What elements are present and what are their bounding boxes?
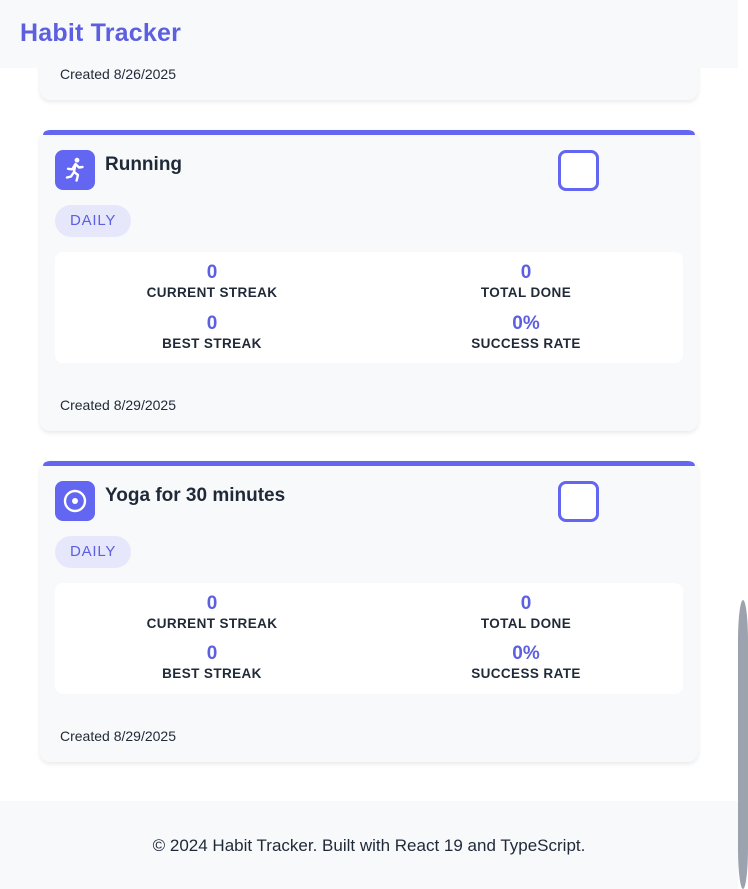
frequency-badge: DAILY [55, 205, 132, 237]
complete-checkbox[interactable] [558, 481, 599, 522]
stat-label: SUCCESS RATE [471, 336, 581, 351]
stat-value: 0% [512, 313, 540, 334]
stat-label: BEST STREAK [162, 336, 262, 351]
habit-title: Yoga for 30 minutes [105, 485, 286, 506]
stat-label: TOTAL DONE [480, 285, 572, 300]
habit-card-running: Running DAILY 0 CURRENT STREAK 0 TOTAL D… [40, 130, 698, 431]
stats-panel: 0 CURRENT STREAK 0 TOTAL DONE 0 BEST STR… [55, 252, 683, 363]
stat-value: 0 [520, 262, 532, 283]
stat-label: CURRENT STREAK [146, 285, 278, 300]
created-date: Created 8/29/2025 [60, 397, 176, 413]
habit-title: Running [105, 154, 183, 175]
stat-current-streak: 0 CURRENT STREAK [55, 593, 369, 632]
stat-success-rate: 0% SUCCESS RATE [369, 643, 683, 682]
stat-current-streak: 0 CURRENT STREAK [55, 262, 369, 301]
created-date: Created 8/26/2025 [60, 66, 176, 82]
scrollbar-thumb[interactable] [738, 600, 748, 889]
frequency-badge: DAILY [55, 536, 132, 568]
target-circle-icon [55, 481, 95, 521]
card-accent-bar [43, 461, 695, 466]
stat-value: 0 [206, 593, 218, 614]
page-footer: © 2024 Habit Tracker. Built with React 1… [0, 801, 738, 889]
stat-value: 0 [206, 313, 218, 334]
stat-label: BEST STREAK [162, 666, 262, 681]
app-title: Habit Tracker [20, 19, 182, 47]
stat-best-streak: 0 BEST STREAK [55, 643, 369, 682]
stat-value: 0% [512, 643, 540, 664]
stat-total-done: 0 TOTAL DONE [369, 593, 683, 632]
footer-text: © 2024 Habit Tracker. Built with React 1… [152, 836, 586, 855]
stat-value: 0 [206, 262, 218, 283]
stat-best-streak: 0 BEST STREAK [55, 313, 369, 352]
stat-value: 0 [206, 643, 218, 664]
card-accent-bar [43, 130, 695, 135]
stat-label: TOTAL DONE [480, 616, 572, 631]
stat-success-rate: 0% SUCCESS RATE [369, 313, 683, 352]
stat-value: 0 [520, 593, 532, 614]
stats-panel: 0 CURRENT STREAK 0 TOTAL DONE 0 BEST STR… [55, 583, 683, 694]
habit-card-yoga: Yoga for 30 minutes DAILY 0 CURRENT STRE… [40, 461, 698, 762]
running-person-icon [55, 150, 95, 190]
stat-label: CURRENT STREAK [146, 616, 278, 631]
stat-label: SUCCESS RATE [471, 666, 581, 681]
app-header: Habit Tracker [0, 0, 738, 68]
created-date: Created 8/29/2025 [60, 728, 176, 744]
stat-total-done: 0 TOTAL DONE [369, 262, 683, 301]
complete-checkbox[interactable] [558, 150, 599, 191]
